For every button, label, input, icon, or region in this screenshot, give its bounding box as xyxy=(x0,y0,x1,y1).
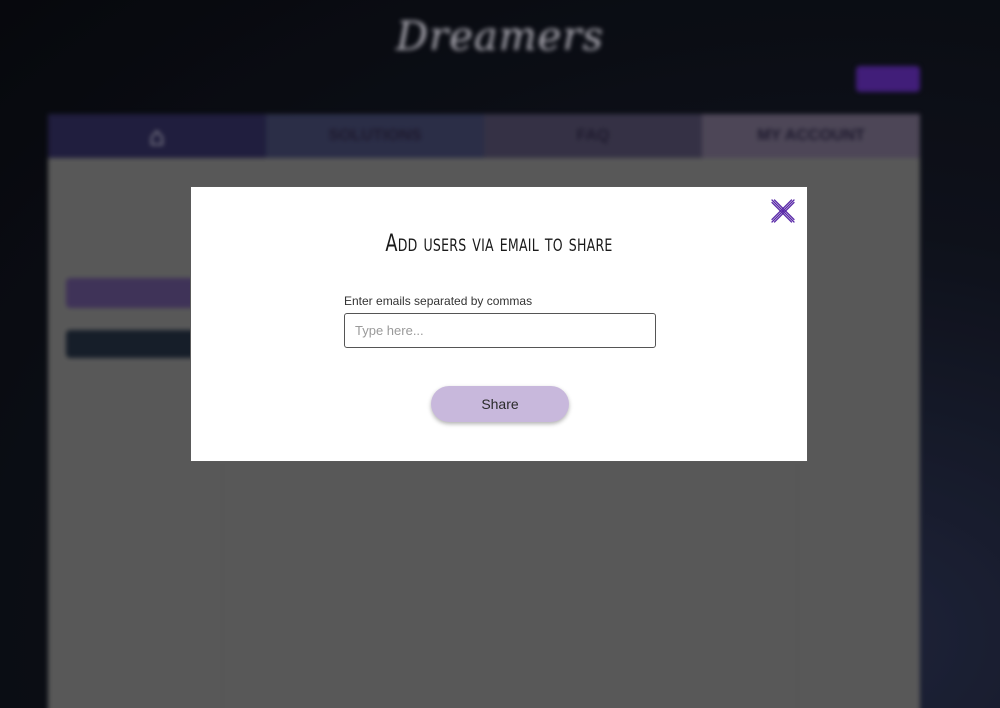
modal-title: Add users via email to share xyxy=(385,229,613,257)
share-modal: Add users via email to share Enter email… xyxy=(190,186,808,462)
close-icon xyxy=(771,199,795,223)
email-input[interactable] xyxy=(344,313,656,348)
close-button[interactable] xyxy=(769,197,797,225)
share-button[interactable]: Share xyxy=(431,386,569,422)
email-field-label: Enter emails separated by commas xyxy=(344,294,533,308)
